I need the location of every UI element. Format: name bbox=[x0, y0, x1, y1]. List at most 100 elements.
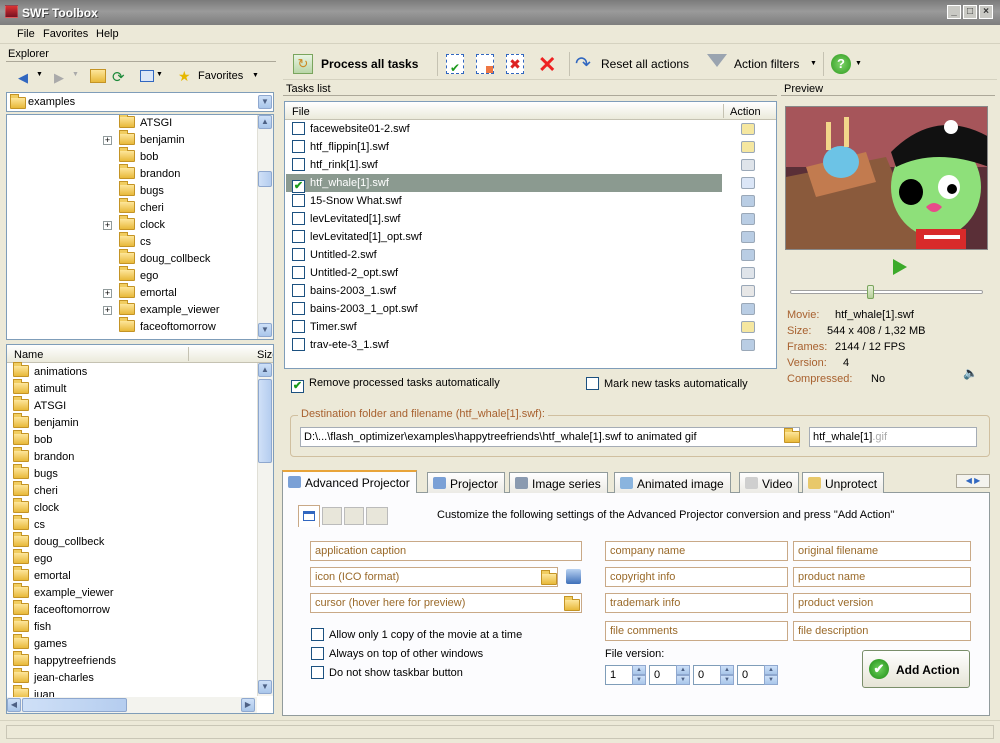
file-version-spinner[interactable]: 1 bbox=[605, 665, 633, 685]
remove-all-icon[interactable]: ✕ bbox=[538, 52, 556, 78]
filename-field[interactable]: htf_whale[1].gif bbox=[809, 427, 977, 447]
field-mid-3[interactable]: file comments bbox=[605, 621, 788, 641]
path-combo[interactable]: examples ▼ bbox=[6, 92, 274, 112]
remove-processed-checkbox[interactable]: ✔ bbox=[291, 380, 304, 393]
menu-help[interactable]: Help bbox=[96, 28, 119, 40]
subtab-window-icon[interactable] bbox=[298, 505, 320, 527]
task-checkbox[interactable] bbox=[292, 194, 305, 207]
task-row[interactable]: bains-2003_1.swf bbox=[286, 282, 722, 300]
icon-browse-icon[interactable] bbox=[541, 570, 557, 585]
field-0[interactable]: application caption bbox=[310, 541, 582, 561]
task-action-icon[interactable] bbox=[741, 123, 755, 135]
task-checkbox[interactable] bbox=[292, 266, 305, 279]
file-version-spinner[interactable]: 0 bbox=[649, 665, 677, 685]
scroll-thumb[interactable] bbox=[258, 171, 272, 187]
remove-processed-option[interactable]: ✔ Remove processed tasks automatically bbox=[291, 377, 500, 393]
field-1[interactable]: icon (ICO format) bbox=[310, 567, 558, 587]
seek-track[interactable] bbox=[790, 290, 983, 294]
task-action-icon[interactable] bbox=[741, 339, 755, 351]
hscroll-thumb[interactable] bbox=[22, 698, 127, 712]
spin-down-icon[interactable]: ▼ bbox=[676, 675, 690, 685]
task-row[interactable]: trav-ete-3_1.swf bbox=[286, 336, 722, 354]
task-row[interactable]: bains-2003_1_opt.swf bbox=[286, 300, 722, 318]
icon-preview-icon[interactable] bbox=[566, 569, 581, 584]
task-checkbox[interactable] bbox=[292, 338, 305, 351]
help-dropdown-icon[interactable]: ▼ bbox=[855, 60, 862, 67]
spin-down-icon[interactable]: ▼ bbox=[720, 675, 734, 685]
task-action-icon[interactable] bbox=[741, 303, 755, 315]
favorites-button[interactable]: Favorites bbox=[198, 70, 243, 82]
expand-icon[interactable]: + bbox=[103, 136, 112, 145]
task-row[interactable]: ✔ htf_whale[1].swf bbox=[286, 174, 722, 193]
task-checkbox[interactable] bbox=[292, 284, 305, 297]
path-dropdown-icon[interactable]: ▼ bbox=[258, 95, 272, 109]
menu-file[interactable]: File bbox=[17, 28, 35, 40]
task-row[interactable]: Untitled-2.swf bbox=[286, 246, 722, 264]
minimize-button[interactable]: _ bbox=[947, 5, 961, 19]
check-tasks-icon[interactable]: ✔ bbox=[446, 54, 464, 75]
spin-down-icon[interactable]: ▼ bbox=[764, 675, 778, 685]
field-right-3[interactable]: file description bbox=[793, 621, 971, 641]
spin-up-icon[interactable]: ▲ bbox=[764, 665, 778, 675]
add-action-button[interactable]: ✔ Add Action bbox=[862, 650, 970, 688]
scroll-thumb[interactable] bbox=[258, 379, 272, 463]
task-row[interactable]: htf_flippin[1].swf bbox=[286, 138, 722, 156]
view-icon[interactable] bbox=[140, 70, 154, 82]
task-row[interactable]: Untitled-2_opt.swf bbox=[286, 264, 722, 282]
play-icon[interactable] bbox=[893, 259, 907, 275]
task-action-icon[interactable] bbox=[741, 267, 755, 279]
list-item[interactable]: happytreefriends bbox=[13, 651, 116, 670]
option-checkbox[interactable] bbox=[311, 647, 324, 660]
remove-checked-icon[interactable]: ✖ bbox=[506, 54, 524, 74]
tree-item[interactable]: doug_collbeck bbox=[119, 249, 210, 268]
task-action-icon[interactable] bbox=[741, 141, 755, 153]
list-item[interactable]: example_viewer bbox=[13, 583, 113, 602]
col-file[interactable]: File bbox=[292, 106, 310, 118]
subtab-link-icon[interactable] bbox=[344, 507, 364, 525]
mark-new-checkbox[interactable] bbox=[586, 377, 599, 390]
task-checkbox[interactable] bbox=[292, 212, 305, 225]
expand-icon[interactable]: + bbox=[103, 306, 112, 315]
spin-up-icon[interactable]: ▲ bbox=[632, 665, 646, 675]
seek-thumb[interactable] bbox=[867, 285, 875, 299]
spin-down-icon[interactable]: ▼ bbox=[632, 675, 646, 685]
expand-icon[interactable]: + bbox=[103, 221, 112, 230]
task-row[interactable]: levLevitated[1].swf bbox=[286, 210, 722, 228]
task-action-icon[interactable] bbox=[741, 321, 755, 333]
col-action[interactable]: Action bbox=[730, 106, 761, 118]
task-action-icon[interactable] bbox=[741, 231, 755, 243]
destination-path-field[interactable]: D:\...\flash_optimizer\examples\happytre… bbox=[300, 427, 800, 447]
option-1[interactable]: Always on top of other windows bbox=[311, 647, 483, 660]
favorites-dropdown-icon[interactable]: ▼ bbox=[252, 72, 259, 79]
task-row[interactable]: facewebsite01-2.swf bbox=[286, 120, 722, 138]
forward-dropdown-icon[interactable]: ▼ bbox=[72, 71, 79, 78]
process-all-button[interactable]: Process all tasks bbox=[321, 57, 418, 71]
option-0[interactable]: Allow only 1 copy of the movie at a time bbox=[311, 628, 522, 641]
task-checkbox[interactable] bbox=[292, 158, 305, 171]
list-item[interactable]: doug_collbeck bbox=[13, 532, 104, 551]
col-name[interactable]: Name bbox=[14, 349, 43, 361]
tab-animated-image[interactable]: Animated image bbox=[614, 472, 731, 493]
tree-item[interactable]: brandon bbox=[119, 164, 180, 183]
tree-item[interactable]: example_viewer bbox=[119, 300, 219, 319]
back-arrow-icon[interactable]: ◀ bbox=[18, 70, 28, 86]
field-mid-0[interactable]: company name bbox=[605, 541, 788, 561]
task-checkbox[interactable] bbox=[292, 122, 305, 135]
task-row[interactable]: levLevitated[1]_opt.swf bbox=[286, 228, 722, 246]
tree-item[interactable]: faceoftomorrow bbox=[119, 317, 216, 336]
task-action-icon[interactable] bbox=[741, 177, 755, 189]
subtab-cursor-icon[interactable] bbox=[322, 507, 342, 525]
scroll-right-icon[interactable]: ▶ bbox=[241, 698, 255, 712]
scroll-down-icon[interactable]: ▼ bbox=[258, 680, 272, 694]
task-action-icon[interactable] bbox=[741, 249, 755, 261]
mute-icon[interactable]: 🔈 bbox=[963, 366, 978, 380]
reset-all-button[interactable]: Reset all actions bbox=[601, 57, 689, 71]
task-row[interactable]: htf_rink[1].swf bbox=[286, 156, 722, 174]
task-row[interactable]: Timer.swf bbox=[286, 318, 722, 336]
help-icon[interactable]: ? bbox=[831, 54, 851, 74]
option-checkbox[interactable] bbox=[311, 628, 324, 641]
scroll-left-icon[interactable]: ◀ bbox=[7, 698, 21, 712]
task-action-icon[interactable] bbox=[741, 213, 755, 225]
scroll-down-icon[interactable]: ▼ bbox=[258, 323, 272, 337]
scroll-up-icon[interactable]: ▲ bbox=[258, 115, 272, 129]
